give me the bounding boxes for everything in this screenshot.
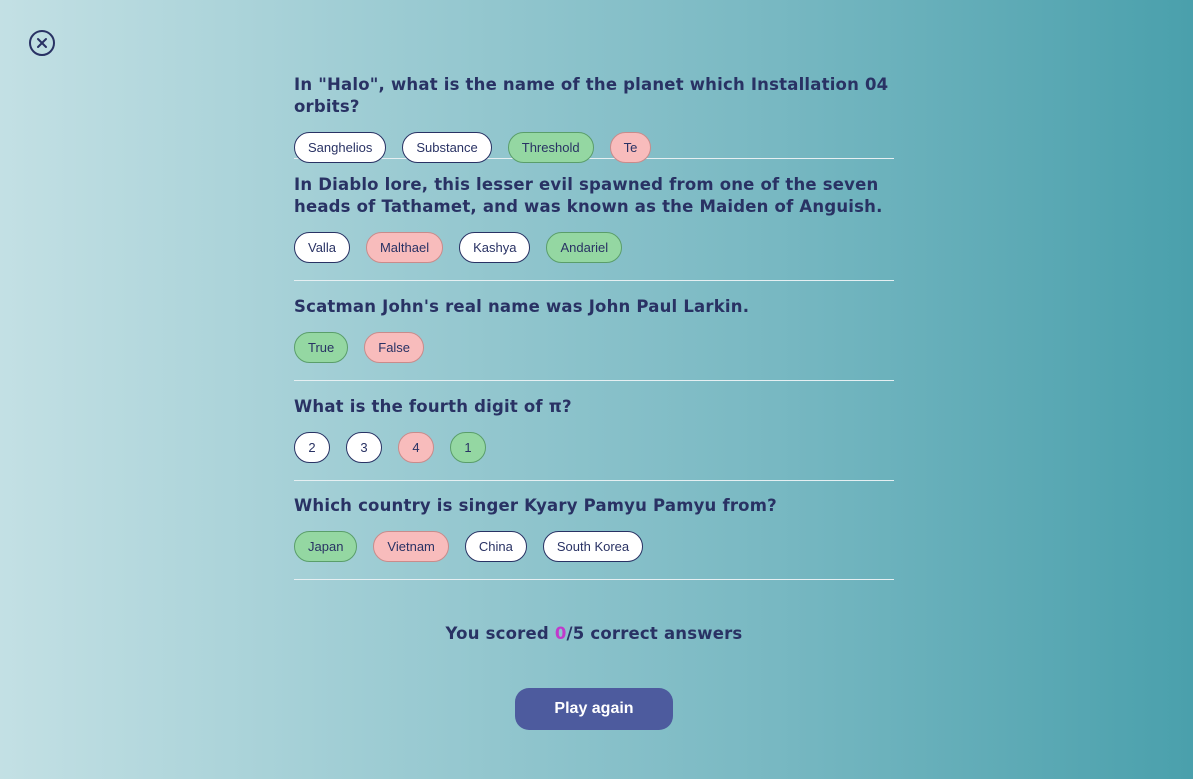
answer-option[interactable]: 1: [450, 432, 486, 463]
answer-option[interactable]: 3: [346, 432, 382, 463]
answer-options: Valla Malthael Kashya Andariel: [294, 232, 894, 263]
question-2: In Diablo lore, this lesser evil spawned…: [294, 174, 894, 281]
question-1: In "Halo", what is the name of the plane…: [294, 74, 894, 163]
answer-option[interactable]: Malthael: [365, 232, 444, 263]
answer-option[interactable]: True: [294, 332, 349, 363]
answer-option[interactable]: 2: [294, 432, 330, 463]
answer-option[interactable]: 4: [398, 432, 434, 463]
question-text: In "Halo", what is the name of the plane…: [294, 75, 889, 116]
answer-options: True False: [294, 332, 894, 363]
answer-option[interactable]: Andariel: [546, 232, 623, 263]
answer-option[interactable]: Kashya: [459, 232, 531, 263]
question-3: Scatman John's real name was John Paul L…: [294, 296, 894, 381]
question-text: Which country is singer Kyary Pamyu Pamy…: [294, 496, 777, 515]
answer-option[interactable]: Te: [609, 132, 652, 163]
question-5: Which country is singer Kyary Pamyu Pamy…: [294, 495, 894, 580]
answer-option[interactable]: Threshold: [507, 132, 594, 163]
answer-options: 2 3 4 1: [294, 432, 894, 463]
answer-option[interactable]: Japan: [294, 531, 358, 562]
answer-option[interactable]: Vietnam: [373, 531, 449, 562]
close-icon: [37, 38, 47, 48]
score-text: You scored 0/5 correct answers: [294, 624, 894, 643]
answer-option[interactable]: Substance: [402, 132, 492, 163]
answer-options: Sanghelios Substance Threshold Te: [294, 132, 894, 163]
question-4: What is the fourth digit of π? 2 3 4 1: [294, 396, 894, 481]
score-suffix: /5 correct answers: [566, 624, 743, 643]
answer-options: Japan Vietnam China South Korea: [294, 531, 894, 562]
question-text: Scatman John's real name was John Paul L…: [294, 297, 750, 316]
score-prefix: You scored: [445, 624, 555, 643]
question-text: In Diablo lore, this lesser evil spawned…: [294, 175, 883, 216]
score-number: 0: [554, 624, 567, 643]
answer-option[interactable]: China: [464, 531, 527, 562]
answer-option[interactable]: False: [364, 332, 425, 363]
answer-option[interactable]: Sanghelios: [294, 132, 387, 163]
play-again-button[interactable]: Play again: [515, 688, 673, 730]
answer-option[interactable]: South Korea: [542, 531, 644, 562]
answer-option[interactable]: Valla: [294, 232, 350, 263]
question-text: What is the fourth digit of π?: [294, 397, 572, 416]
close-button[interactable]: [29, 30, 55, 56]
